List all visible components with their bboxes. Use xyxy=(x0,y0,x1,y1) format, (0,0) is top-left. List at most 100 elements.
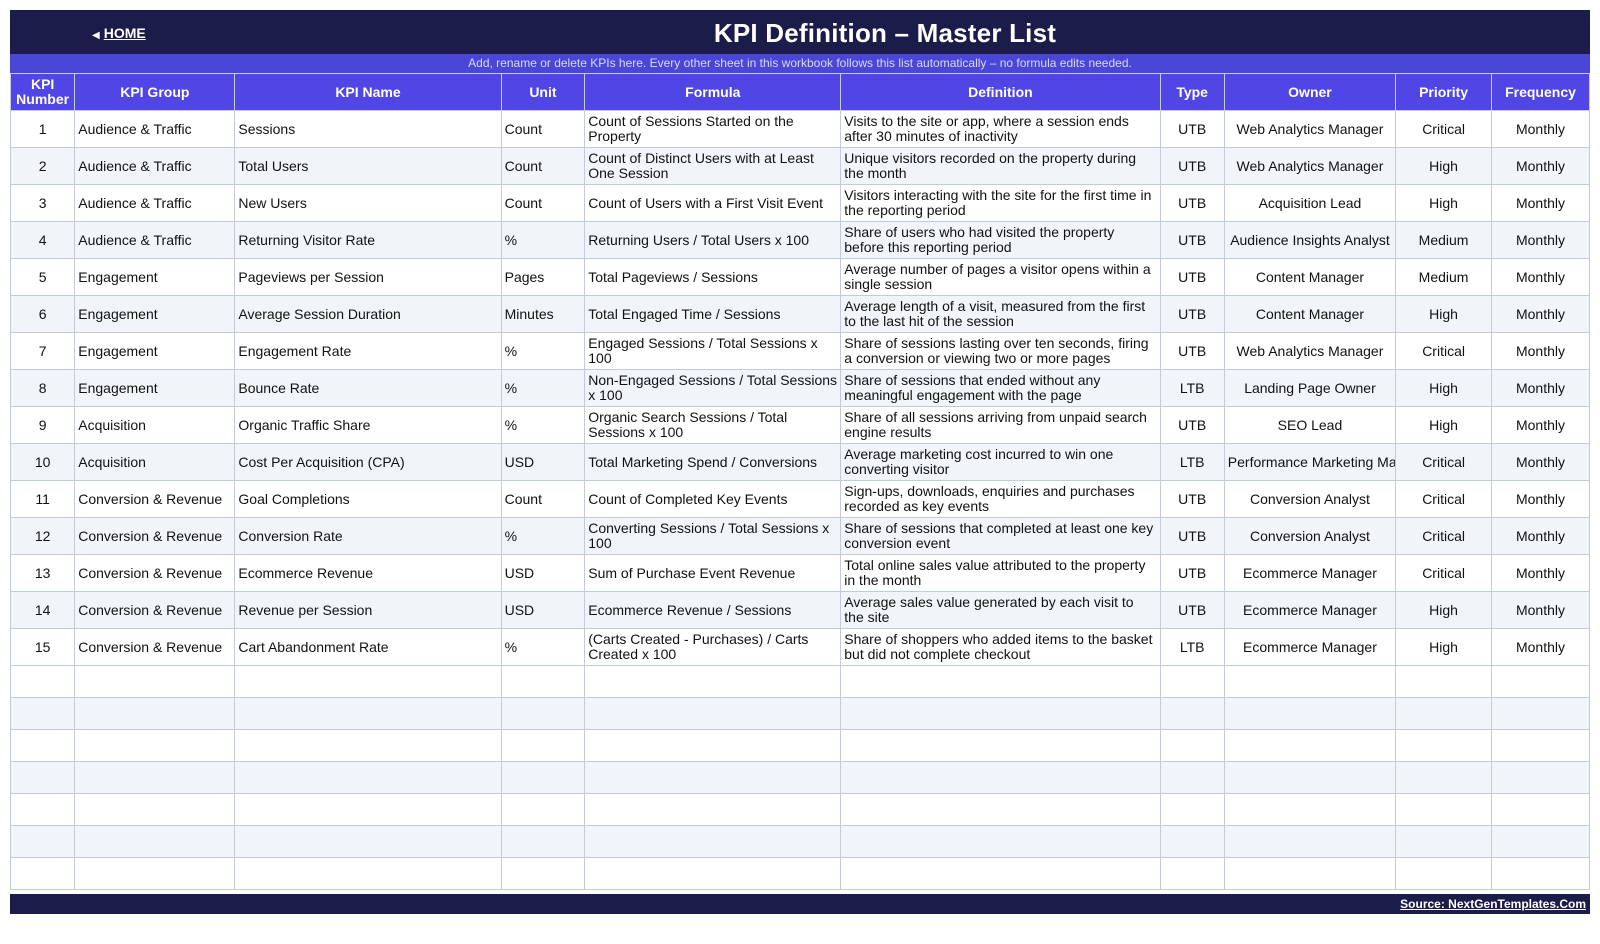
empty-cell[interactable] xyxy=(74,761,236,794)
cell-kpi-number[interactable]: 3 xyxy=(9,184,76,222)
cell-kpi-name[interactable]: Cost Per Acquisition (CPA) xyxy=(234,443,502,481)
cell-owner[interactable]: Acquisition Lead xyxy=(1223,184,1397,222)
empty-cell[interactable] xyxy=(9,729,76,762)
cell-kpi-number[interactable]: 8 xyxy=(9,369,76,407)
cell-type[interactable]: UTB xyxy=(1159,406,1225,444)
cell-kpi-name[interactable]: Returning Visitor Rate xyxy=(234,221,502,259)
cell-owner[interactable]: Conversion Analyst xyxy=(1223,517,1397,555)
cell-formula[interactable]: Count of Completed Key Events xyxy=(584,480,842,518)
cell-frequency[interactable]: Monthly xyxy=(1491,258,1590,296)
cell-type[interactable]: UTB xyxy=(1159,110,1225,148)
cell-definition[interactable]: Share of all sessions arriving from unpa… xyxy=(840,406,1161,444)
cell-kpi-group[interactable]: Audience & Traffic xyxy=(74,110,236,148)
empty-cell[interactable] xyxy=(500,857,586,890)
cell-definition[interactable]: Average sales value generated by each vi… xyxy=(840,591,1161,629)
empty-cell[interactable] xyxy=(500,825,586,858)
empty-cell[interactable] xyxy=(9,793,76,826)
cell-definition[interactable]: Average number of pages a visitor opens … xyxy=(840,258,1161,296)
cell-definition[interactable]: Share of users who had visited the prope… xyxy=(840,221,1161,259)
empty-cell[interactable] xyxy=(74,697,236,730)
empty-cell[interactable] xyxy=(840,729,1161,762)
cell-definition[interactable]: Share of sessions that completed at leas… xyxy=(840,517,1161,555)
empty-cell[interactable] xyxy=(74,825,236,858)
cell-unit[interactable]: Minutes xyxy=(500,295,586,333)
source-link[interactable]: Source: NextGenTemplates.Com xyxy=(1400,897,1586,911)
cell-formula[interactable]: Converting Sessions / Total Sessions x 1… xyxy=(584,517,842,555)
cell-definition[interactable]: Visits to the site or app, where a sessi… xyxy=(840,110,1161,148)
cell-formula[interactable]: Engaged Sessions / Total Sessions x 100 xyxy=(584,332,842,370)
cell-kpi-group[interactable]: Audience & Traffic xyxy=(74,147,236,185)
empty-cell[interactable] xyxy=(1491,697,1590,730)
cell-kpi-number[interactable]: 4 xyxy=(9,221,76,259)
cell-type[interactable]: UTB xyxy=(1159,480,1225,518)
cell-type[interactable]: LTB xyxy=(1159,369,1225,407)
empty-cell[interactable] xyxy=(1491,729,1590,762)
empty-cell[interactable] xyxy=(74,665,236,698)
cell-unit[interactable]: USD xyxy=(500,443,586,481)
cell-priority[interactable]: High xyxy=(1395,184,1493,222)
cell-owner[interactable]: Ecommerce Manager xyxy=(1223,591,1397,629)
cell-frequency[interactable]: Monthly xyxy=(1491,295,1590,333)
cell-kpi-name[interactable]: Revenue per Session xyxy=(234,591,502,629)
empty-cell[interactable] xyxy=(1223,697,1397,730)
empty-cell[interactable] xyxy=(1491,761,1590,794)
empty-cell[interactable] xyxy=(840,761,1161,794)
cell-kpi-number[interactable]: 14 xyxy=(9,591,76,629)
empty-cell[interactable] xyxy=(584,697,842,730)
cell-owner[interactable]: Content Manager xyxy=(1223,295,1397,333)
empty-cell[interactable] xyxy=(1159,825,1225,858)
cell-priority[interactable]: High xyxy=(1395,591,1493,629)
empty-cell[interactable] xyxy=(1395,697,1493,730)
cell-frequency[interactable]: Monthly xyxy=(1491,110,1590,148)
cell-owner[interactable]: Content Manager xyxy=(1223,258,1397,296)
empty-cell[interactable] xyxy=(584,665,842,698)
cell-kpi-number[interactable]: 1 xyxy=(9,110,76,148)
empty-cell[interactable] xyxy=(1223,665,1397,698)
col-header-definition[interactable]: Definition xyxy=(840,73,1161,111)
empty-cell[interactable] xyxy=(1159,761,1225,794)
cell-frequency[interactable]: Monthly xyxy=(1491,554,1590,592)
cell-formula[interactable]: Count of Sessions Started on the Propert… xyxy=(584,110,842,148)
cell-unit[interactable]: USD xyxy=(500,554,586,592)
cell-type[interactable]: UTB xyxy=(1159,554,1225,592)
cell-kpi-group[interactable]: Conversion & Revenue xyxy=(74,554,236,592)
cell-owner[interactable]: Landing Page Owner xyxy=(1223,369,1397,407)
cell-priority[interactable]: High xyxy=(1395,369,1493,407)
empty-cell[interactable] xyxy=(1395,761,1493,794)
cell-owner[interactable]: Web Analytics Manager xyxy=(1223,332,1397,370)
cell-formula[interactable]: Non-Engaged Sessions / Total Sessions x … xyxy=(584,369,842,407)
empty-cell[interactable] xyxy=(1159,729,1225,762)
cell-unit[interactable]: % xyxy=(500,406,586,444)
col-header-owner[interactable]: Owner xyxy=(1223,73,1397,111)
empty-cell[interactable] xyxy=(74,729,236,762)
cell-owner[interactable]: Conversion Analyst xyxy=(1223,480,1397,518)
cell-priority[interactable]: Critical xyxy=(1395,443,1493,481)
cell-frequency[interactable]: Monthly xyxy=(1491,221,1590,259)
empty-cell[interactable] xyxy=(1491,857,1590,890)
cell-kpi-group[interactable]: Audience & Traffic xyxy=(74,221,236,259)
empty-cell[interactable] xyxy=(234,761,502,794)
empty-cell[interactable] xyxy=(584,761,842,794)
cell-kpi-number[interactable]: 13 xyxy=(9,554,76,592)
cell-kpi-group[interactable]: Conversion & Revenue xyxy=(74,480,236,518)
cell-priority[interactable]: High xyxy=(1395,406,1493,444)
cell-kpi-group[interactable]: Conversion & Revenue xyxy=(74,517,236,555)
cell-kpi-name[interactable]: Sessions xyxy=(234,110,502,148)
cell-kpi-name[interactable]: New Users xyxy=(234,184,502,222)
empty-cell[interactable] xyxy=(1223,857,1397,890)
empty-cell[interactable] xyxy=(500,665,586,698)
cell-formula[interactable]: Total Pageviews / Sessions xyxy=(584,258,842,296)
cell-definition[interactable]: Sign-ups, downloads, enquiries and purch… xyxy=(840,480,1161,518)
empty-cell[interactable] xyxy=(234,697,502,730)
empty-cell[interactable] xyxy=(584,825,842,858)
empty-cell[interactable] xyxy=(840,665,1161,698)
cell-kpi-group[interactable]: Engagement xyxy=(74,295,236,333)
cell-unit[interactable]: % xyxy=(500,332,586,370)
cell-type[interactable]: UTB xyxy=(1159,517,1225,555)
empty-cell[interactable] xyxy=(500,793,586,826)
cell-kpi-name[interactable]: Organic Traffic Share xyxy=(234,406,502,444)
empty-cell[interactable] xyxy=(1395,857,1493,890)
cell-formula[interactable]: Organic Search Sessions / Total Sessions… xyxy=(584,406,842,444)
cell-definition[interactable]: Average length of a visit, measured from… xyxy=(840,295,1161,333)
col-header-frequency[interactable]: Frequency xyxy=(1491,73,1590,111)
